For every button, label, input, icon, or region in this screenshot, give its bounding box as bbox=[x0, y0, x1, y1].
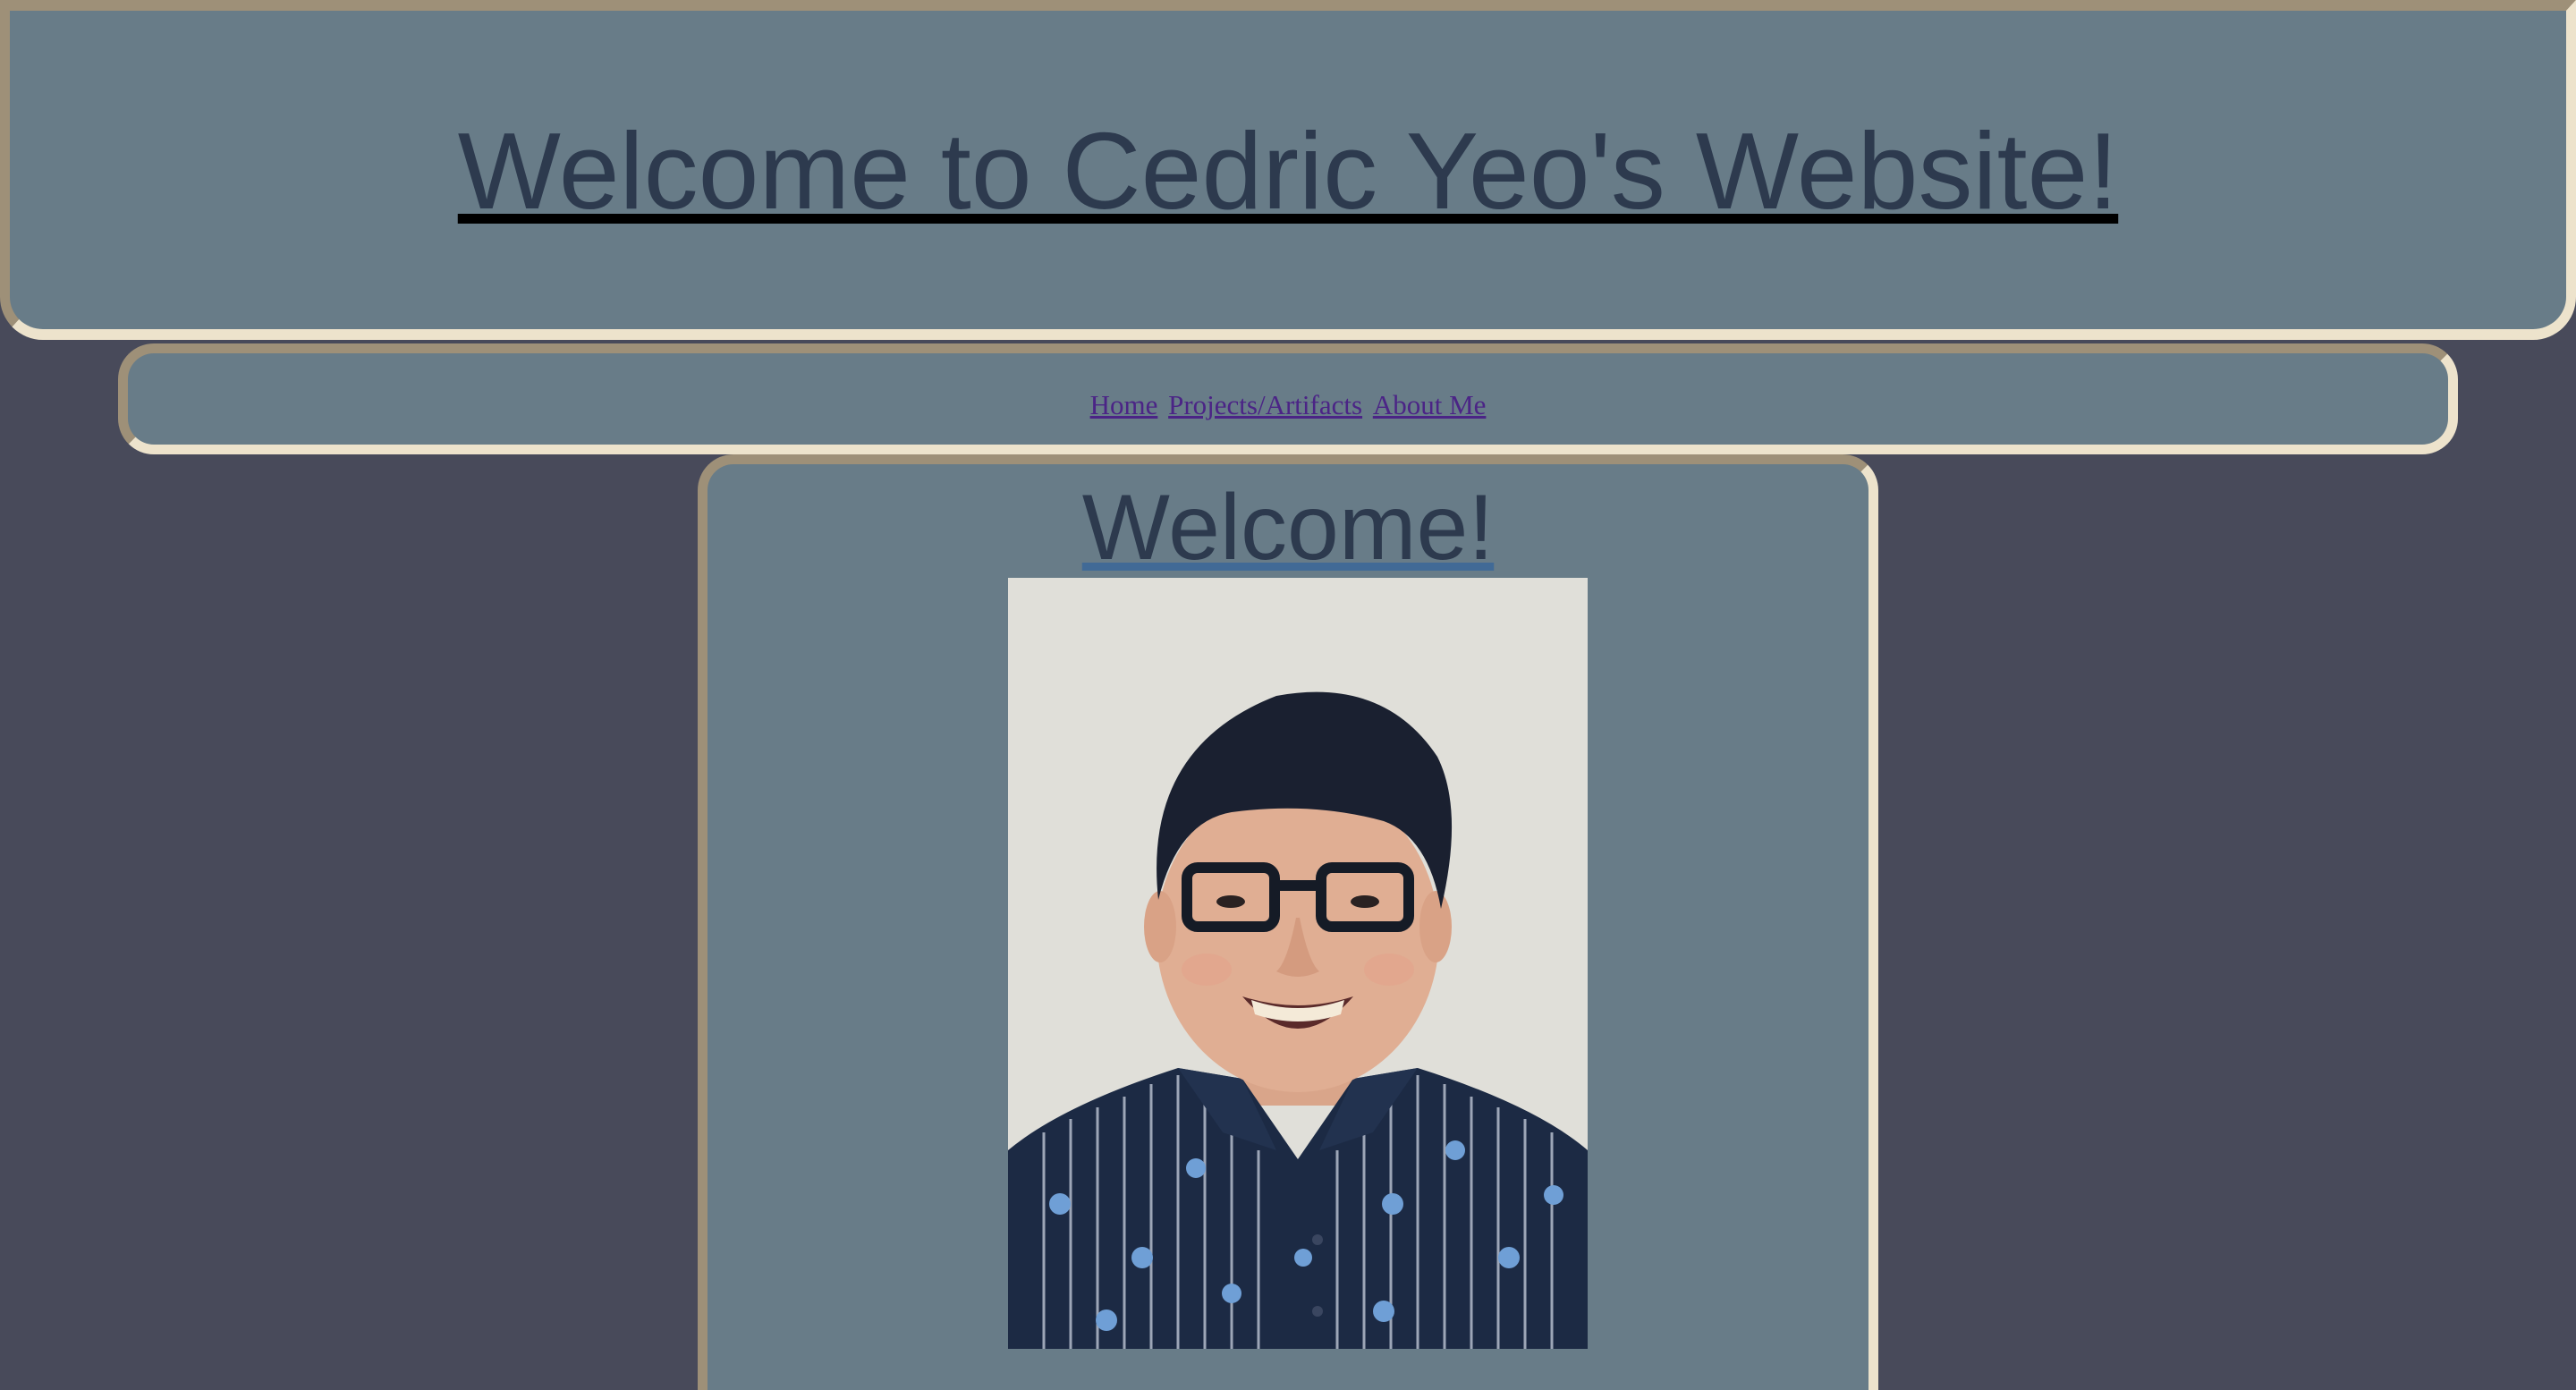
page: Welcome to Cedric Yeo's Website! Home Pr… bbox=[0, 0, 2576, 1390]
welcome-heading-text: Welcome! bbox=[1081, 476, 1495, 580]
nav-link-home[interactable]: Home bbox=[1090, 389, 1158, 420]
welcome-heading: Welcome! bbox=[708, 477, 1868, 579]
main-content-card: Welcome! bbox=[698, 454, 1878, 1390]
nav-link-about-me[interactable]: About Me bbox=[1373, 389, 1487, 420]
profile-photo bbox=[1008, 578, 1588, 1349]
nav-links: Home Projects/Artifacts About Me bbox=[128, 389, 2448, 421]
site-title-text: Welcome to Cedric Yeo's Website! bbox=[457, 110, 2119, 232]
nav-bar: Home Projects/Artifacts About Me bbox=[118, 343, 2458, 454]
site-title: Welcome to Cedric Yeo's Website! bbox=[10, 111, 2566, 231]
site-header: Welcome to Cedric Yeo's Website! bbox=[0, 0, 2576, 340]
intro-paragraph: Welcome to my website! Whether you're he… bbox=[761, 1382, 1815, 1390]
nav-link-projects-artifacts[interactable]: Projects/Artifacts bbox=[1168, 389, 1362, 420]
